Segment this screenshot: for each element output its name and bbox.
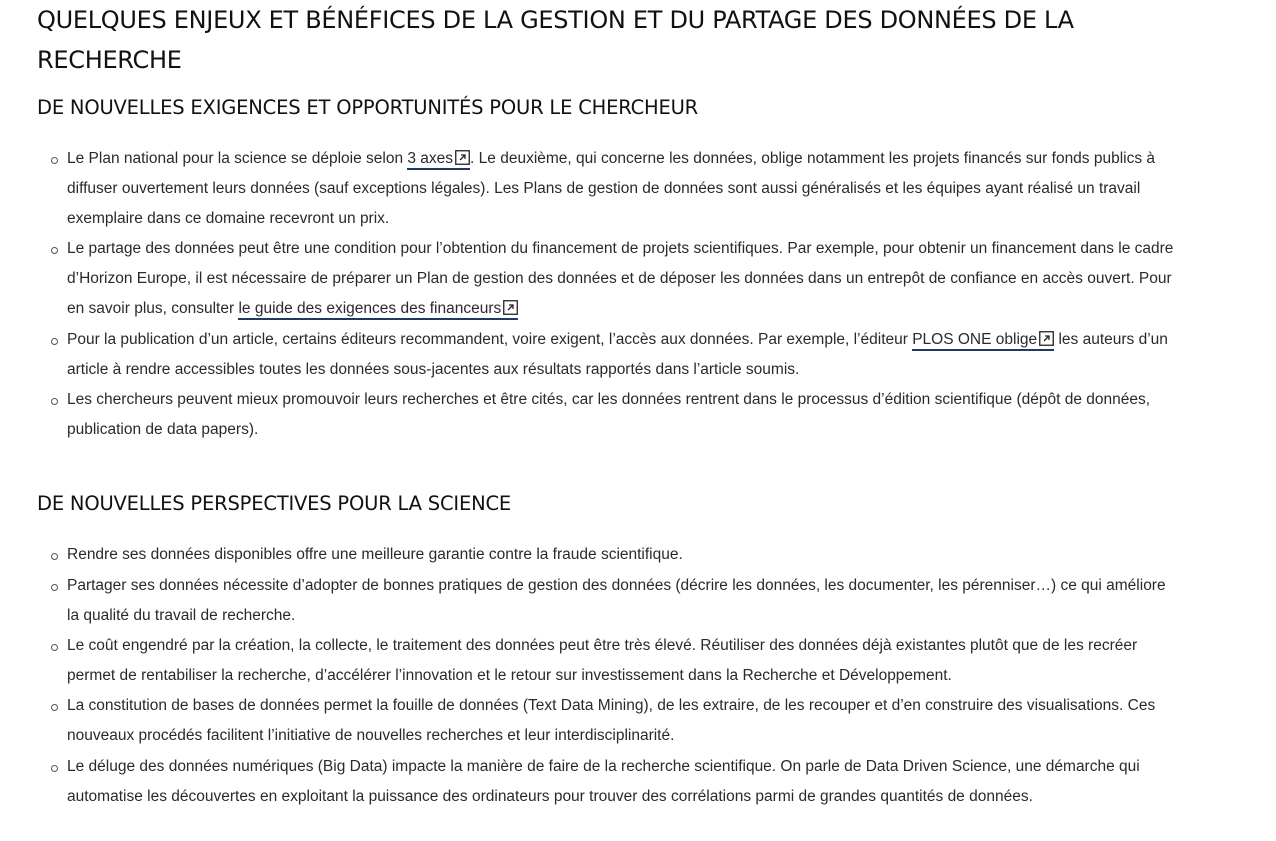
list-item: Le Plan national pour la science se dépl… — [51, 144, 1177, 234]
external-link-icon[interactable] — [1039, 330, 1055, 346]
list-item: Le coût engendré par la création, la col… — [51, 631, 1177, 691]
list-item: Rendre ses données disponibles offre une… — [51, 540, 1177, 570]
page-title: QUELQUES ENJEUX ET BÉNÉFICES DE LA GESTI… — [37, 6, 1074, 74]
external-link-icon[interactable] — [455, 150, 470, 165]
link-label[interactable]: le guide des exigences des financeurs — [238, 300, 501, 317]
list-item: Partager ses données nécessite d’adopter… — [51, 571, 1177, 631]
bullet-icon — [51, 553, 58, 561]
section-title-researcher: DE NOUVELLES EXIGENCES ET OPPORTUNITÉS P… — [37, 96, 699, 119]
item-text: Partager ses données nécessite d’adopter… — [67, 576, 1166, 624]
bullet-icon — [51, 583, 58, 591]
list-item: Le partage des données peut être une con… — [51, 234, 1177, 324]
researcher-list: Le Plan national pour la science se dépl… — [37, 144, 1177, 445]
bullet-icon — [51, 337, 58, 345]
bullet-icon — [51, 398, 58, 406]
item-text: La constitution de bases de données perm… — [67, 697, 1156, 745]
bullet-icon — [51, 643, 58, 651]
item-text: Les chercheurs peuvent mieux promouvoir … — [67, 391, 1151, 439]
bullet-icon — [51, 764, 58, 772]
external-link-icon[interactable] — [503, 300, 519, 316]
article-content: QUELQUES ENJEUX ET BÉNÉFICES DE LA GESTI… — [37, 0, 1177, 812]
item-text: Pour la publication d’un article, certai… — [67, 330, 913, 348]
link-label[interactable]: 3 axes — [407, 150, 453, 167]
bullet-icon — [51, 704, 58, 712]
section-title-science: DE NOUVELLES PERSPECTIVES POUR LA SCIENC… — [37, 492, 511, 516]
list-item: La constitution de bases de données perm… — [51, 691, 1177, 751]
science-list: Rendre ses données disponibles offre une… — [37, 540, 1177, 812]
link-funders-guide[interactable]: le guide des exigences des financeurs — [238, 300, 519, 321]
item-text: Le partage des données peut être une con… — [67, 240, 1174, 318]
item-text: Rendre ses données disponibles offre une… — [67, 546, 683, 564]
bullet-icon — [51, 157, 58, 164]
link-plos-one[interactable]: PLOS ONE oblige — [912, 330, 1055, 351]
list-item: Le déluge des données numériques (Big Da… — [51, 752, 1177, 812]
item-text: Le Plan national pour la science se dépl… — [67, 150, 408, 167]
bullet-icon — [51, 247, 58, 255]
list-item: Pour la publication d’un article, certai… — [51, 325, 1177, 385]
link-label[interactable]: PLOS ONE oblige — [912, 331, 1037, 348]
list-item: Les chercheurs peuvent mieux promouvoir … — [51, 385, 1177, 445]
item-text: Le coût engendré par la création, la col… — [67, 636, 1138, 684]
item-text: Le déluge des données numériques (Big Da… — [67, 757, 1140, 805]
link-3-axes[interactable]: 3 axes — [407, 150, 471, 170]
